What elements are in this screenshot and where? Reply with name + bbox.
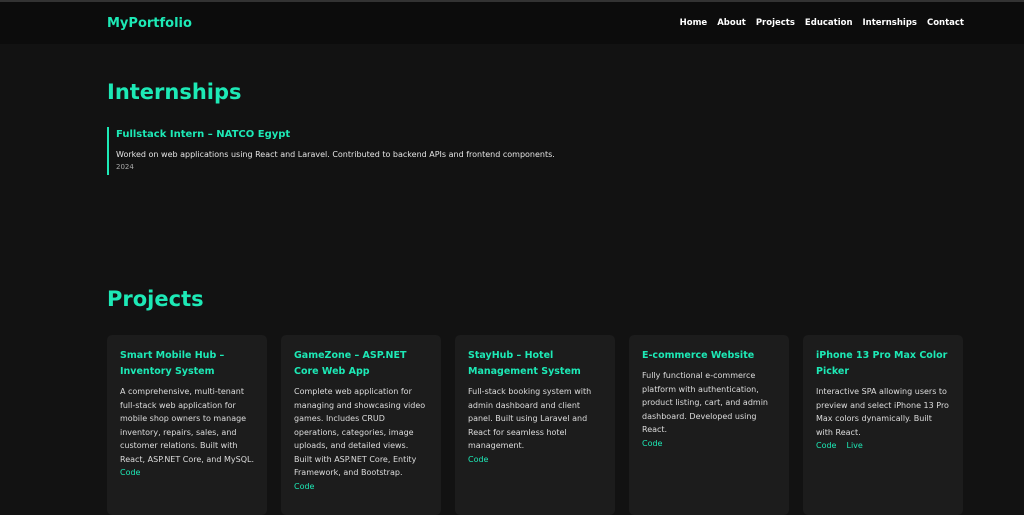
logo[interactable]: MyPortfolio (107, 16, 192, 31)
internships-heading: Internships (107, 80, 242, 104)
project-title: Smart Mobile Hub – Inventory System (120, 350, 225, 377)
internship-desc: Worked on web applications using React a… (116, 150, 555, 159)
project-desc: A comprehensive, multi-tenant full-stack… (120, 387, 254, 464)
project-desc: Fully functional e-commerce platform wit… (642, 371, 768, 434)
nav-projects[interactable]: Projects (756, 18, 795, 28)
nav-education[interactable]: Education (805, 18, 853, 28)
project-cards: Smart Mobile Hub – Inventory System A co… (107, 335, 963, 515)
live-link[interactable]: Live (846, 439, 862, 453)
project-title: StayHub – Hotel Management System (468, 350, 581, 377)
project-card: StayHub – Hotel Management System Full-s… (455, 335, 615, 515)
projects-heading: Projects (107, 287, 204, 311)
project-card: E-commerce Website Fully functional e-co… (629, 335, 789, 515)
nav-about[interactable]: About (717, 18, 746, 28)
project-title: E-commerce Website (642, 350, 755, 361)
project-card: iPhone 13 Pro Max Color Picker Interacti… (803, 335, 963, 515)
project-desc: Complete web application for managing an… (294, 387, 426, 477)
internship-item: Fullstack Intern – NATCO Egypt Worked on… (107, 127, 555, 175)
code-link[interactable]: Code (120, 466, 140, 480)
project-desc: Interactive SPA allowing users to previe… (816, 387, 949, 437)
nav-internships[interactable]: Internships (863, 18, 917, 28)
nav-contact[interactable]: Contact (927, 18, 964, 28)
navbar: MyPortfolio Home About Projects Educatio… (0, 2, 1024, 44)
project-desc: Full-stack booking system with admin das… (468, 387, 592, 450)
internship-year: 2024 (116, 163, 134, 171)
code-link[interactable]: Code (468, 453, 488, 467)
project-title: GameZone – ASP.NET Core Web App (294, 350, 407, 377)
project-card: GameZone – ASP.NET Core Web App Complete… (281, 335, 441, 515)
nav-links: Home About Projects Education Internship… (680, 18, 964, 28)
code-link[interactable]: Code (816, 439, 836, 453)
internship-title: Fullstack Intern – NATCO Egypt (116, 129, 291, 140)
code-link[interactable]: Code (294, 480, 314, 494)
nav-home[interactable]: Home (680, 18, 708, 28)
code-link[interactable]: Code (642, 437, 662, 451)
project-card: Smart Mobile Hub – Inventory System A co… (107, 335, 267, 515)
project-title: iPhone 13 Pro Max Color Picker (816, 350, 948, 377)
